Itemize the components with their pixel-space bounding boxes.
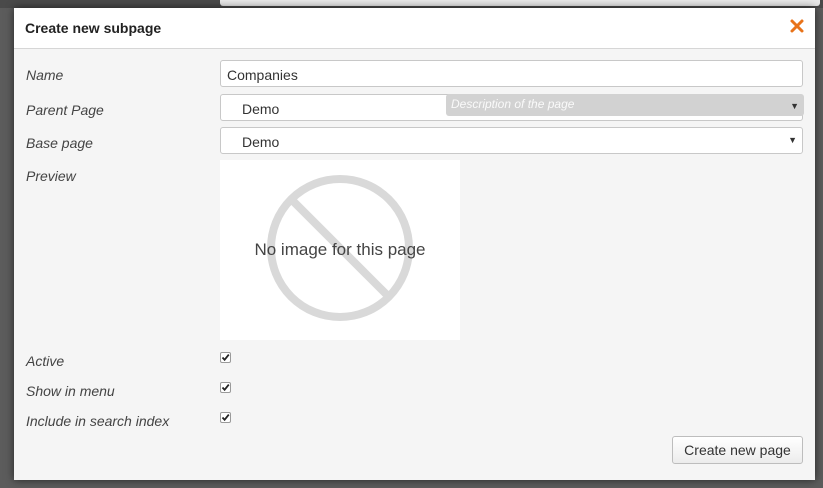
dialog-header: Create new subpage xyxy=(14,8,815,49)
base-page-chevron-down-icon: ▼ xyxy=(788,135,797,145)
show-in-menu-label: Show in menu xyxy=(26,383,115,399)
preview-label: Preview xyxy=(26,168,76,184)
checkmark-icon xyxy=(221,414,230,422)
dialog-title: Create new subpage xyxy=(25,20,162,36)
page-description-tooltip: Description of the page ▼ xyxy=(446,94,804,116)
name-label: Name xyxy=(26,67,64,83)
include-in-search-index-label: Include in search index xyxy=(26,413,170,429)
base-page-select[interactable]: Demo ▼ xyxy=(220,127,803,154)
active-checkbox[interactable] xyxy=(220,352,231,363)
show-in-menu-checkbox[interactable] xyxy=(220,382,231,393)
preview-image: No image for this page xyxy=(220,160,460,340)
parent-page-label: Parent Page xyxy=(26,102,104,118)
name-input[interactable]: Companies xyxy=(220,60,803,87)
no-image-text: No image for this page xyxy=(254,240,426,259)
parent-page-selected: Demo xyxy=(242,101,280,117)
create-subpage-dialog: Create new subpage Name Companies Parent… xyxy=(14,8,815,480)
create-new-page-button[interactable]: Create new page xyxy=(672,436,803,464)
checkmark-icon xyxy=(221,354,230,362)
base-page-selected: Demo xyxy=(242,134,280,150)
active-label: Active xyxy=(26,353,65,369)
base-page-label: Base page xyxy=(26,135,93,151)
backdrop-field xyxy=(220,0,820,6)
name-input-value: Companies xyxy=(227,67,298,83)
parent-page-chevron-down-icon[interactable]: ▼ xyxy=(790,101,799,111)
checkmark-icon xyxy=(221,384,230,392)
include-in-search-index-checkbox[interactable] xyxy=(220,412,231,423)
close-icon[interactable] xyxy=(789,18,805,34)
page-description-text: Description of the page xyxy=(451,97,575,111)
